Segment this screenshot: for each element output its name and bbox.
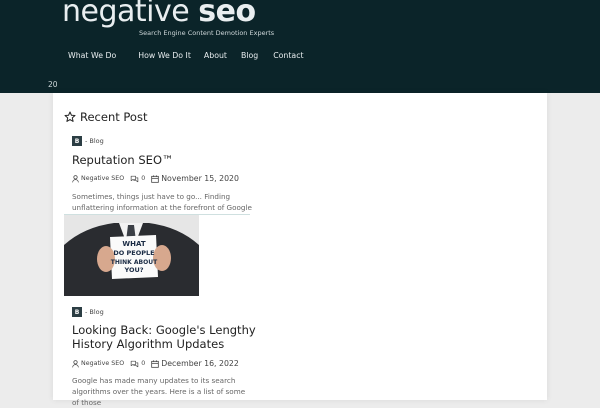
post-title-line2[interactable]: History Algorithm Updates bbox=[72, 337, 224, 351]
section-title-text: Recent Post bbox=[80, 110, 148, 124]
post-author[interactable]: Negative SEO bbox=[81, 360, 124, 367]
comment-count[interactable]: 0 bbox=[141, 360, 145, 367]
post-meta: Negative SEO 0 November 15, 2020 bbox=[72, 174, 239, 183]
star-icon bbox=[64, 111, 76, 122]
nav-item-how-we-do-it[interactable]: How We Do It bbox=[138, 51, 191, 60]
user-icon bbox=[72, 174, 79, 183]
post-date: November 15, 2020 bbox=[161, 174, 239, 183]
post-author[interactable]: Negative SEO bbox=[81, 175, 124, 182]
nav-item-what-we-do[interactable]: What We Do bbox=[68, 51, 116, 60]
comments-icon bbox=[130, 360, 139, 368]
sign-text-line4: YOU? bbox=[123, 266, 143, 274]
sign-text-line3: THINK ABOUT bbox=[111, 259, 158, 266]
category-label: - Blog bbox=[85, 308, 104, 316]
category-badge: B bbox=[72, 136, 82, 146]
nav-item-contact[interactable]: Contact bbox=[273, 51, 303, 60]
post-excerpt: Sometimes, things just have to go... Fin… bbox=[72, 192, 252, 212]
main-nav: What We Do How We Do It About Blog Conta… bbox=[62, 51, 304, 60]
user-icon bbox=[72, 359, 79, 368]
calendar-icon bbox=[151, 174, 159, 183]
sign-text-line1: WHAT bbox=[122, 240, 145, 248]
post-date: December 16, 2022 bbox=[161, 359, 239, 368]
post-category[interactable]: B - Blog bbox=[72, 136, 104, 146]
category-label: - Blog bbox=[85, 137, 104, 145]
post-meta: Negative SEO 0 December 16, 2022 bbox=[72, 359, 239, 368]
site-logo[interactable]: negative seo bbox=[62, 0, 256, 29]
nav-item-blog[interactable]: Blog bbox=[241, 51, 258, 60]
comments-icon bbox=[130, 175, 139, 183]
post-excerpt: Google has made many updates to its sear… bbox=[72, 376, 246, 407]
site-header: negative seo Search Engine Content Demot… bbox=[0, 0, 600, 93]
site-tagline: Search Engine Content Demotion Experts bbox=[139, 29, 275, 37]
category-badge: B bbox=[72, 307, 82, 317]
nav-item-about[interactable]: About bbox=[204, 51, 227, 60]
section-heading: Recent Post bbox=[64, 110, 147, 124]
logo-light-text: negative bbox=[62, 0, 190, 29]
sign-text-line2: DO PEOPLE bbox=[113, 249, 154, 257]
post-title[interactable]: Looking Back: Google's Lengthy bbox=[72, 323, 256, 337]
post-title[interactable]: Reputation SEO™ bbox=[72, 153, 174, 167]
logo-bold-text: seo bbox=[198, 0, 256, 29]
post-thumbnail[interactable]: WHAT DO PEOPLE THINK ABOUT YOU? bbox=[64, 215, 199, 296]
post-category[interactable]: B - Blog bbox=[72, 307, 104, 317]
header-counter: 20 bbox=[48, 80, 58, 89]
comment-count[interactable]: 0 bbox=[141, 175, 145, 182]
calendar-icon bbox=[151, 359, 159, 368]
